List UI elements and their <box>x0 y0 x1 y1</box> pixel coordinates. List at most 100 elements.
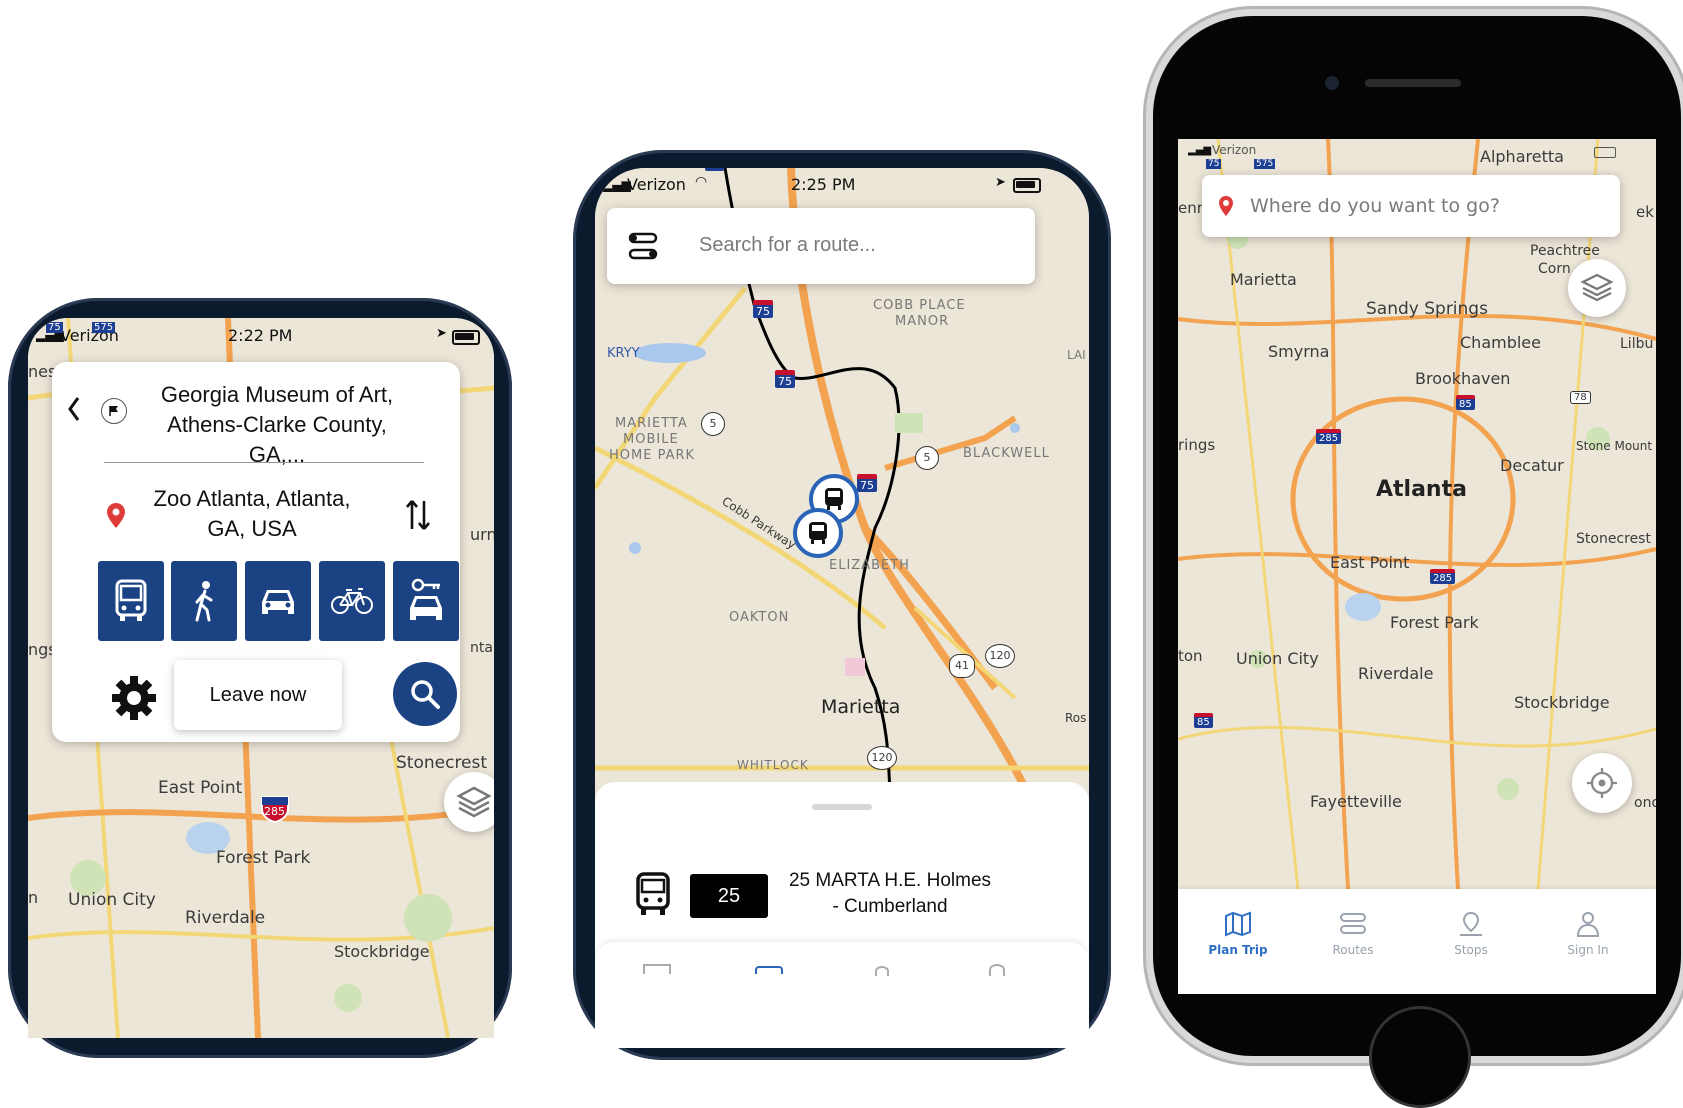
shield-75-label: 75 <box>1206 159 1222 169</box>
shield-575-label: 575 <box>1254 159 1276 169</box>
car-icon <box>262 590 294 614</box>
person-tab-icon[interactable] <box>989 964 1005 976</box>
shield-85-b: 85 <box>1194 713 1213 728</box>
map-label-chamblee: Chamblee <box>1460 333 1541 352</box>
bus-icon <box>636 872 670 915</box>
shield-285-a: 285 <box>1316 429 1342 444</box>
mode-bike-button[interactable] <box>319 561 385 641</box>
route-number-badge: 25 <box>690 874 768 918</box>
bike-icon <box>331 588 373 614</box>
route-bottom-sheet: 25 25 MARTA H.E. Holmes - Cumberland <box>595 782 1089 1048</box>
status-bar: ▂▄▆ Verizon 75 575 <box>1178 141 1656 171</box>
map-label-elizabeth: ELIZABETH <box>829 558 910 573</box>
tab-sign-in-label: Sign In <box>1567 943 1609 957</box>
map-label-peachtree-2: Corn <box>1538 261 1571 277</box>
my-location-button[interactable] <box>1572 753 1632 813</box>
shield-75-a: 75 <box>753 300 773 318</box>
map-label-east-point: East Point <box>1330 553 1410 572</box>
leave-now-button[interactable]: Leave now <box>174 660 342 730</box>
stop-pin-icon <box>1460 911 1482 936</box>
tab-plan-trip-label: Plan Trip <box>1208 943 1268 957</box>
route-search-bar[interactable]: Search for a route... <box>607 208 1035 284</box>
person-icon <box>1576 912 1600 937</box>
map-label-sandy-springs: Sandy Springs <box>1366 299 1488 319</box>
origin-line-2[interactable]: GA, USA <box>136 514 368 544</box>
swap-icon[interactable] <box>404 497 432 533</box>
search-icon <box>411 680 440 709</box>
shield-75-d: 75 <box>705 168 724 171</box>
bus-marker-2[interactable] <box>793 508 843 558</box>
map-label-rings: rings <box>1178 436 1216 454</box>
map-label-forest-park: Forest Park <box>216 848 311 868</box>
left-screen: East Point Forest Park Union City Riverd… <box>28 318 494 1038</box>
mode-car-share-button[interactable] <box>393 561 459 641</box>
route-name-line-2[interactable]: - Cumberland <box>775 896 1005 918</box>
settings-gear-icon[interactable] <box>110 674 158 722</box>
mode-walk-button[interactable] <box>171 561 237 641</box>
map-label-ono: ono <box>1634 795 1656 811</box>
bottom-tab-bar: Plan Trip Routes Stops Sign In <box>1178 889 1656 994</box>
origin-pin-icon <box>107 503 125 528</box>
status-time: 2:25 PM <box>791 175 856 194</box>
layers-button[interactable] <box>1568 259 1626 317</box>
route-search-input[interactable]: Search for a route... <box>699 234 876 257</box>
mode-transit-button[interactable] <box>98 561 164 641</box>
map-label-marietta-mobile-3: HOME PARK <box>609 448 696 463</box>
bottom-tab-bar <box>595 942 1089 1022</box>
mode-car-button[interactable] <box>245 561 311 641</box>
map-label-fayetteville: Fayetteville <box>1310 792 1402 811</box>
destination-search-bar[interactable]: Where do you want to go? <box>1202 175 1620 237</box>
map-label-stonecrest: Stonecrest <box>1576 531 1651 547</box>
back-chevron-icon[interactable] <box>66 395 82 423</box>
map-label-n: n <box>28 888 39 907</box>
middle-screen: COBB PLACE MANOR KRYY MARIETTA MOBILE HO… <box>595 168 1089 1048</box>
map-label-atlanta: Atlanta <box>1376 477 1467 502</box>
map-label-lilbu: Lilbu <box>1620 336 1654 352</box>
shield-285-b: 285 <box>1430 569 1456 584</box>
map-label-ek: ek <box>1636 203 1654 221</box>
shield-5-a: 5 <box>701 412 725 436</box>
signal-icon: ▂▄▆ <box>1188 145 1212 156</box>
map-label-ton: ton <box>1178 647 1203 665</box>
bus-icon <box>115 579 147 621</box>
routes-icon <box>628 232 658 260</box>
routes-tab-icon[interactable] <box>755 966 783 974</box>
route-name-line-1[interactable]: 25 MARTA H.E. Holmes <box>775 870 1005 892</box>
map-tab-icon[interactable] <box>643 964 671 974</box>
map-label-union-city: Union City <box>68 890 156 910</box>
home-button[interactable] <box>1369 1006 1471 1108</box>
stops-tab-icon[interactable] <box>875 966 889 976</box>
map-label-cobb-place-1: COBB PLACE <box>873 298 966 313</box>
tab-stops[interactable]: Stops <box>1421 911 1521 957</box>
map-label-urn: urn <box>470 525 494 544</box>
map-label-brookhaven: Brookhaven <box>1415 369 1511 388</box>
tab-sign-in[interactable]: Sign In <box>1538 911 1638 957</box>
map-label-east-point: East Point <box>158 778 243 798</box>
map-label-marietta-mobile-1: MARIETTA <box>615 416 688 431</box>
map-label-whitlock: WHITLOCK <box>737 758 809 772</box>
phone-middle: COBB PLACE MANOR KRYY MARIETTA MOBILE HO… <box>573 150 1111 1060</box>
routes-icon <box>1340 913 1366 934</box>
map-label-smyrna: Smyrna <box>1268 342 1330 361</box>
sheet-handle[interactable] <box>812 804 872 810</box>
destination-input[interactable]: Georgia Museum of Art, Athens-Clarke Cou… <box>136 380 418 470</box>
bus-icon <box>809 522 827 544</box>
origin-line-1[interactable]: Zoo Atlanta, Atlanta, <box>136 484 368 514</box>
map-label-marietta: Marietta <box>821 696 901 718</box>
search-button[interactable] <box>393 662 457 726</box>
layers-icon <box>1580 273 1614 302</box>
status-time: 2:22 PM <box>228 326 293 345</box>
shield-75-b: 75 <box>775 370 795 388</box>
tab-routes[interactable]: Routes <box>1303 911 1403 957</box>
map-label-stockbridge: Stockbridge <box>334 942 430 961</box>
battery-icon <box>452 330 480 345</box>
wifi-icon: ◠ <box>695 174 708 190</box>
tab-routes-label: Routes <box>1332 943 1374 957</box>
location-arrow-icon: ➤ <box>436 326 447 341</box>
map-label-ros: Ros <box>1065 711 1087 725</box>
map-label-stonecrest: Stonecrest <box>396 753 488 773</box>
walk-icon <box>195 581 213 622</box>
shield-120-a: 120 <box>985 644 1015 668</box>
tab-plan-trip[interactable]: Plan Trip <box>1188 911 1288 957</box>
destination-search-input[interactable]: Where do you want to go? <box>1250 195 1500 217</box>
